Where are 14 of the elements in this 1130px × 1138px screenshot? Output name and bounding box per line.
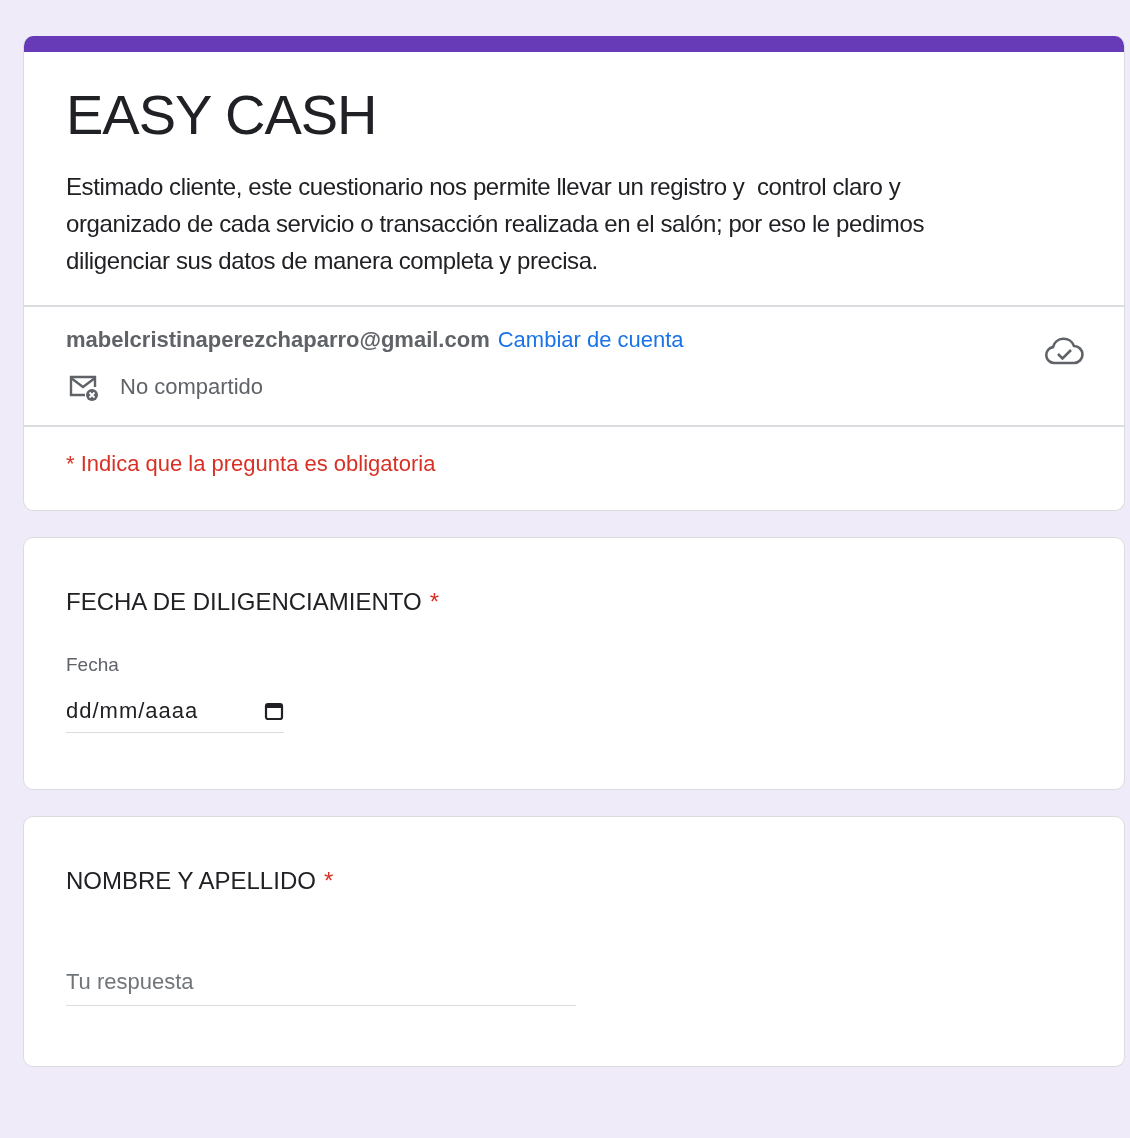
account-email: mabelcristinaperezchaparro@gmail.com <box>66 327 490 353</box>
calendar-icon[interactable] <box>264 701 284 721</box>
required-asterisk: * <box>323 867 334 895</box>
sharing-status: No compartido <box>120 374 264 400</box>
answer-field[interactable]: Tu respuesta <box>66 965 576 1006</box>
form-description: Estimado cliente, este cuestionario nos permite llevar un registro y control claro y organizado de cada servicio o transacción realizada en el salón; por eso le pedimos diligenciar sus datos de manera completa y precisa. <box>66 172 925 276</box>
date-field[interactable]: dd/mm/aaaa <box>66 676 284 733</box>
question-title: NOMBRE Y APELLIDO <box>66 867 316 895</box>
question-title: FECHA DE DILIGENCIAMIENTO <box>66 588 422 616</box>
field-label: Fecha <box>66 654 120 676</box>
required-note: * Indica que la pregunta es obligatoria <box>66 451 437 477</box>
switch-account-link[interactable]: Cambiar de cuenta <box>497 327 684 353</box>
required-asterisk: * <box>429 588 439 616</box>
form-title: EASY CASH <box>66 82 378 148</box>
